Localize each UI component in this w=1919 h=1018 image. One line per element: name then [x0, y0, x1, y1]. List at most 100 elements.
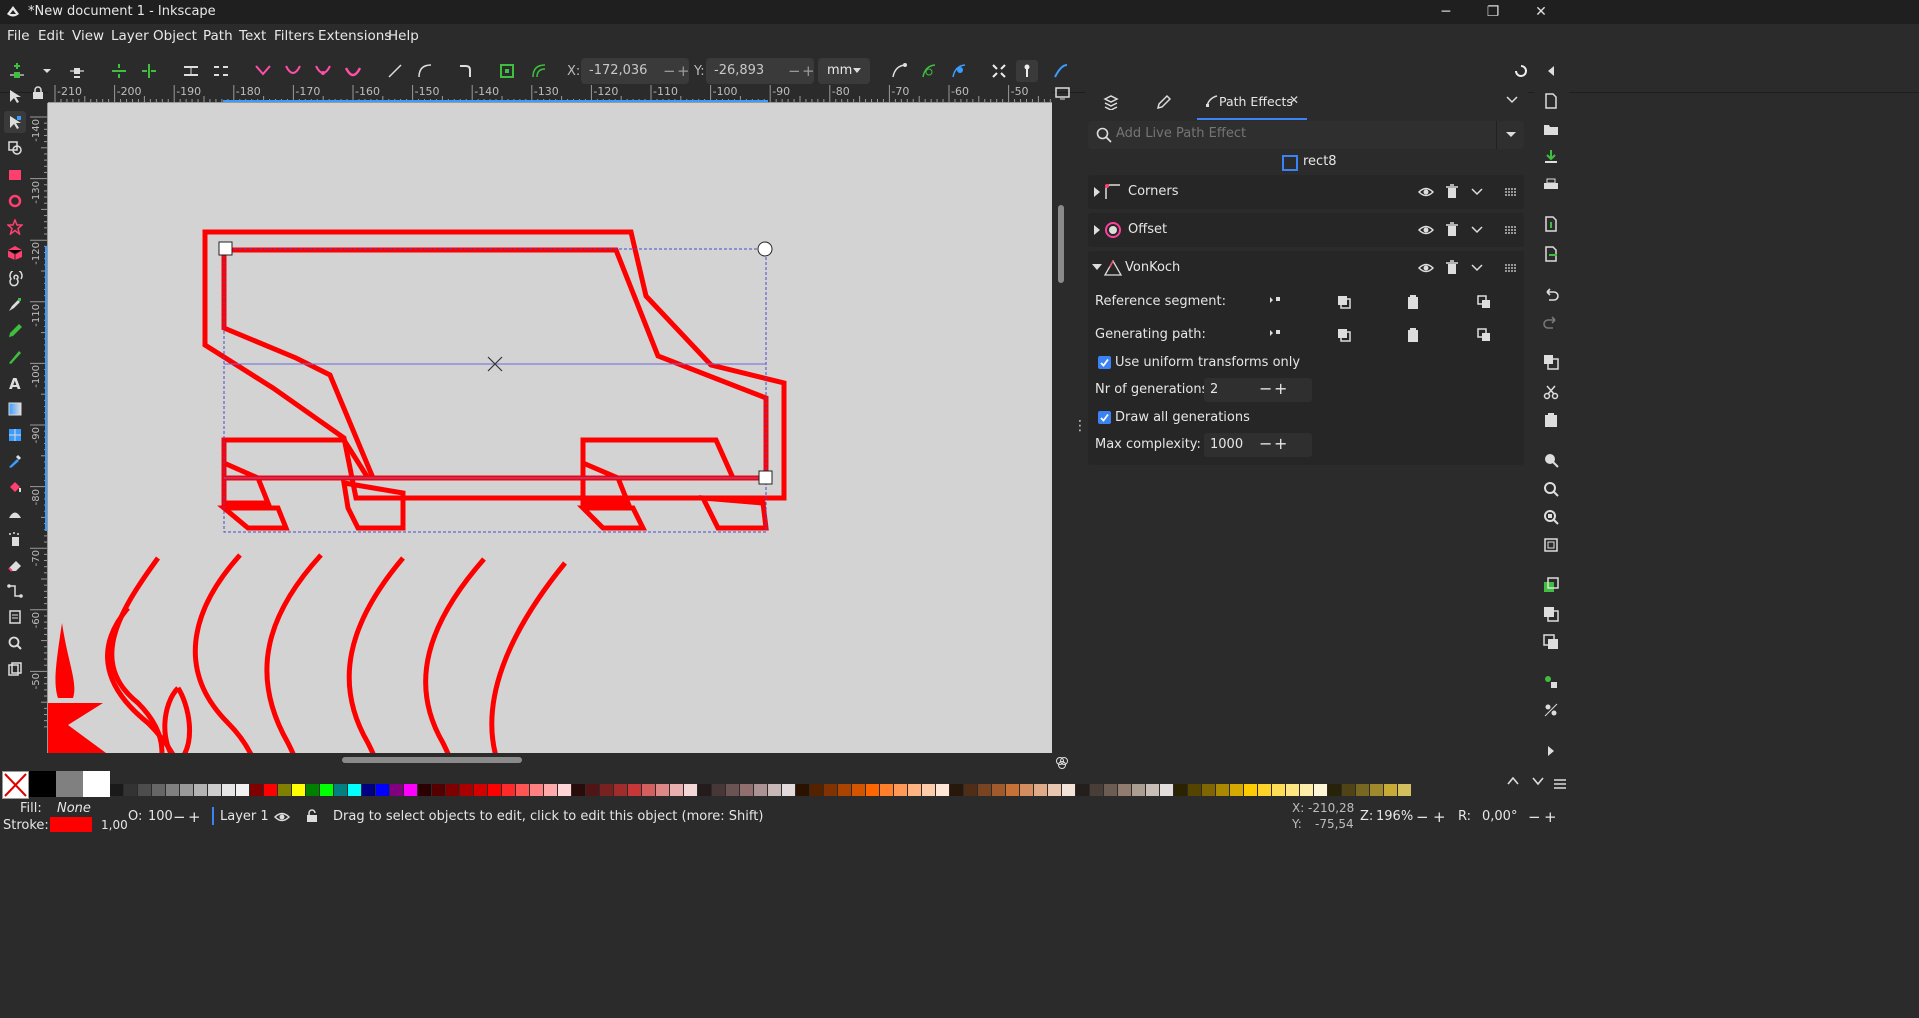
drawing-canvas[interactable]	[48, 103, 1052, 753]
show-outline-button[interactable]	[918, 60, 940, 82]
color-swatch[interactable]	[950, 784, 964, 796]
color-swatch[interactable]	[1146, 784, 1160, 796]
color-swatch[interactable]	[782, 784, 796, 796]
copy-button[interactable]	[1541, 352, 1561, 372]
text-tool[interactable]: A	[4, 372, 26, 394]
wave-path-6[interactable]	[423, 557, 486, 753]
color-swatch[interactable]	[936, 784, 950, 796]
link-path-icon[interactable]	[1476, 327, 1492, 343]
color-manage-icon[interactable]	[1055, 756, 1069, 770]
color-swatch[interactable]	[740, 784, 754, 796]
wave-path-5[interactable]	[346, 556, 405, 753]
color-swatch[interactable]	[992, 784, 1006, 796]
calligraphy-tool[interactable]	[4, 346, 26, 368]
vertical-scrollbar[interactable]	[1058, 205, 1064, 283]
menu-extensions[interactable]: Extensions	[318, 28, 391, 44]
node-handle-circle[interactable]	[757, 241, 773, 257]
delete-icon[interactable]	[1445, 222, 1459, 238]
fill-stroke-tab[interactable]	[1155, 94, 1171, 110]
color-swatch[interactable]	[698, 784, 712, 796]
menu-filters[interactable]: Filters	[274, 28, 314, 44]
visibility-eye-icon[interactable]	[1418, 184, 1434, 200]
color-swatch[interactable]	[278, 784, 292, 796]
drag-handle-icon[interactable]	[1504, 186, 1518, 198]
color-swatch[interactable]	[1076, 784, 1090, 796]
color-swatch[interactable]	[1202, 784, 1216, 796]
segment-line-button[interactable]	[384, 60, 406, 82]
join-nodes-button[interactable]	[108, 60, 130, 82]
print-button[interactable]	[1541, 175, 1561, 195]
spiral-tool[interactable]	[4, 268, 26, 290]
increment-icon[interactable]: +	[188, 808, 201, 826]
show-path-effects-button[interactable]	[948, 60, 970, 82]
color-swatch[interactable]	[292, 784, 306, 796]
y-coordinate-field[interactable]: − +	[706, 58, 815, 84]
show-mask-button[interactable]	[1050, 60, 1072, 82]
3d-box-tool[interactable]	[4, 242, 26, 264]
color-swatch[interactable]	[810, 784, 824, 796]
import-button[interactable]	[1541, 214, 1561, 234]
wave-path-7[interactable]	[489, 561, 567, 753]
tab-path-effects[interactable]: Path Effects ✕	[1197, 86, 1307, 120]
color-swatch[interactable]	[1370, 784, 1384, 796]
color-swatch[interactable]	[796, 784, 810, 796]
visibility-eye-icon[interactable]	[1418, 222, 1434, 238]
fill-value[interactable]: None	[57, 801, 91, 816]
lock-guides-icon[interactable]	[31, 86, 45, 100]
snap-menu-button[interactable]	[1540, 60, 1562, 82]
color-swatch[interactable]	[320, 784, 334, 796]
visibility-eye-icon[interactable]	[1418, 260, 1434, 276]
tweak-tool[interactable]	[4, 502, 26, 524]
path-offset-button[interactable]	[528, 60, 550, 82]
gradient-tool[interactable]	[4, 398, 26, 420]
selector-tool[interactable]	[4, 85, 26, 107]
paste-button[interactable]	[1541, 410, 1561, 430]
menu-view[interactable]: View	[72, 28, 104, 44]
color-swatch[interactable]	[656, 784, 670, 796]
paste-path-icon[interactable]	[1406, 294, 1420, 310]
decrement-icon[interactable]: −	[1259, 379, 1272, 398]
color-swatch[interactable]	[586, 784, 600, 796]
color-swatch[interactable]	[29, 771, 56, 797]
effect-search-input[interactable]	[1114, 125, 1478, 142]
color-swatch[interactable]	[236, 784, 250, 796]
color-swatch[interactable]	[110, 784, 124, 796]
color-swatch[interactable]	[180, 784, 194, 796]
color-swatch[interactable]	[922, 784, 936, 796]
eraser-tool[interactable]	[4, 554, 26, 576]
color-swatch[interactable]	[1048, 784, 1062, 796]
chevron-down-icon[interactable]	[1471, 187, 1483, 197]
color-swatch[interactable]	[1314, 784, 1328, 796]
color-swatch[interactable]	[684, 784, 698, 796]
menu-file[interactable]: File	[7, 28, 30, 44]
color-swatch[interactable]	[1300, 784, 1314, 796]
close-button[interactable]: ✕	[1518, 0, 1564, 24]
pages-tool[interactable]	[4, 606, 26, 628]
increment-icon[interactable]: +	[1274, 434, 1287, 453]
undo-button[interactable]	[1541, 284, 1561, 304]
dropper-tool[interactable]	[4, 450, 26, 472]
color-swatch[interactable]	[726, 784, 740, 796]
color-swatch[interactable]	[1216, 784, 1230, 796]
panel-menu-button[interactable]	[1506, 95, 1518, 105]
ungroup-button[interactable]	[1541, 700, 1561, 720]
rear-step-path[interactable]	[698, 495, 769, 531]
color-swatch[interactable]	[432, 784, 446, 796]
effect-row-corners[interactable]: Corners	[1088, 175, 1524, 209]
color-swatch[interactable]	[1020, 784, 1034, 796]
delete-icon[interactable]	[1445, 184, 1459, 200]
segment-curve-button[interactable]	[414, 60, 436, 82]
color-swatch[interactable]	[1398, 784, 1412, 796]
effect-row-vonkoch[interactable]: VonKoch Reference segment: Generating pa…	[1088, 251, 1524, 465]
color-swatch[interactable]	[642, 784, 656, 796]
color-swatch[interactable]	[516, 784, 530, 796]
color-swatch[interactable]	[1118, 784, 1132, 796]
export-button[interactable]	[1541, 244, 1561, 264]
paste-path-icon[interactable]	[1406, 327, 1420, 343]
color-swatch[interactable]	[1104, 784, 1118, 796]
color-swatch[interactable]	[1174, 784, 1188, 796]
color-swatch[interactable]	[376, 784, 390, 796]
color-swatch[interactable]	[768, 784, 782, 796]
x-coordinate-field[interactable]: − +	[581, 58, 690, 84]
color-swatch[interactable]	[824, 784, 838, 796]
